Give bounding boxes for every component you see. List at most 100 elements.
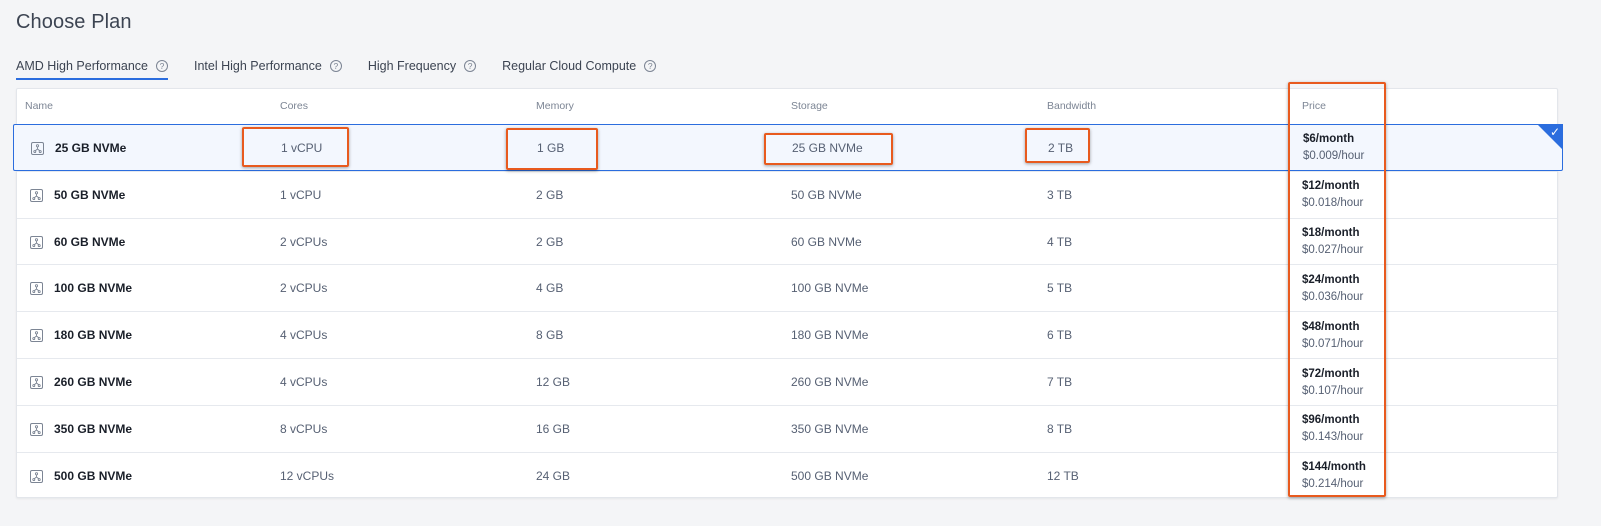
tab-amd-high-performance[interactable]: AMD High Performance ? [16,54,168,80]
ssd-chip-icon [29,469,44,484]
plan-price: $24/month $0.036/hour [1302,265,1363,311]
plan-storage: 260 GB NVMe [791,375,869,389]
tab-label: AMD High Performance [16,59,148,73]
plan-cores: 2 vCPUs [280,234,328,249]
page-title: Choose Plan [16,11,132,33]
plan-memory: 1 GB [537,140,565,155]
plan-row[interactable]: 260 GB NVMe 4 vCPUs 12 GB 260 GB NVMe 7 TB $7… [17,358,1557,405]
plan-price: $18/month $0.027/hour [1302,219,1363,265]
plan-price: $96/month $0.143/hour [1302,406,1363,452]
plan-bandwidth: 6 TB [1047,328,1073,343]
plan-memory: 4 GB [536,281,564,296]
plan-name: 50 GB NVMe [54,187,126,202]
column-header-memory: Memory [536,100,574,112]
plan-memory: 8 GB [536,328,564,343]
plan-name: 25 GB NVMe [55,140,127,155]
plan-row[interactable]: 50 GB NVMe 1 vCPU 2 GB 50 GB NVMe 3 TB $12/mo… [17,170,1557,218]
plan-cores: 4 vCPUs [280,375,328,389]
plan-name: 60 GB NVMe [54,234,126,249]
ssd-chip-icon [29,422,44,437]
price-per-hour: $0.018/hour [1302,197,1364,210]
plan-name: 260 GB NVMe [54,375,133,389]
question-circle-icon[interactable]: ? [156,60,168,72]
price-per-hour: $0.107/hour [1302,384,1364,397]
price-per-hour: $0.143/hour [1302,431,1364,444]
price-per-hour: $0.071/hour [1302,337,1364,350]
plan-memory: 12 GB [536,375,571,389]
price-per-month: $24/month [1302,273,1360,286]
ssd-chip-icon [29,281,44,296]
checkmark-icon: ✓ [1549,125,1560,139]
plan-cores: 1 vCPU [280,187,322,202]
ssd-chip-icon [29,188,44,203]
price-per-month: $18/month [1302,227,1360,240]
column-header-name: Name [25,100,54,112]
plan-storage: 100 GB NVMe [791,281,869,296]
plan-row[interactable]: 100 GB NVMe 2 vCPUs 4 GB 100 GB NVMe 5 TB $24… [17,264,1557,311]
ssd-chip-icon [29,235,44,250]
plan-bandwidth: 8 TB [1047,421,1073,436]
plan-row[interactable]: 25 GB NVMe 1 vCPU 1 GB 25 GB NVMe 2 TB $6/mon… [13,124,1563,171]
price-per-hour: $0.009/hour [1303,150,1365,162]
tab-label: Regular Cloud Compute [502,59,637,73]
plan-storage: 25 GB NVMe [792,140,863,155]
plan-cores: 2 vCPUs [280,281,328,296]
plan-bandwidth: 4 TB [1047,234,1073,249]
plans-table: Name Cores Memory Storage Bandwidth Pric… [13,88,1563,499]
plan-storage: 180 GB NVMe [791,328,869,343]
plan-memory: 2 GB [536,187,564,202]
plan-name: 350 GB NVMe [54,421,133,436]
ssd-chip-icon [29,328,44,343]
plan-bandwidth: 5 TB [1047,281,1073,296]
plan-bandwidth: 7 TB [1047,375,1073,389]
tab-regular-cloud-compute[interactable]: Regular Cloud Compute ? [502,54,657,78]
price-per-month: $6/month [1303,133,1355,145]
price-per-month: $48/month [1302,320,1360,333]
price-per-month: $96/month [1302,414,1360,427]
question-circle-icon[interactable]: ? [329,60,342,72]
plan-storage: 500 GB NVMe [791,468,869,483]
plan-cores: 12 vCPUs [280,468,335,483]
column-header-price: Price [1302,100,1326,112]
plan-price: $72/month $0.107/hour [1302,359,1363,405]
ssd-chip-icon [29,375,44,390]
ssd-chip-icon [30,141,45,156]
plan-row[interactable]: 500 GB NVMe 12 vCPUs 24 GB 500 GB NVMe 12 TB… [17,451,1557,499]
tab-high-frequency[interactable]: High Frequency ? [367,54,477,78]
plan-price: $144/month $0.214/hour [1302,453,1366,499]
plan-row[interactable]: 60 GB NVMe 2 vCPUs 2 GB 60 GB NVMe 4 TB $18/m… [17,217,1557,265]
tab-intel-high-performance[interactable]: Intel High Performance ? [194,54,342,78]
plan-type-tabs: AMD High Performance ? Intel High Perfor… [16,54,682,80]
plan-storage: 50 GB NVMe [791,187,862,202]
plan-memory: 2 GB [536,234,564,249]
plan-memory: 24 GB [536,468,571,483]
plan-price: $12/month $0.018/hour [1302,172,1363,218]
plan-bandwidth: 3 TB [1047,187,1073,202]
plan-price: $6/month $0.009/hour [1303,125,1364,170]
plan-price: $48/month $0.071/hour [1302,312,1363,358]
tab-label: High Frequency [367,59,457,73]
plan-name: 180 GB NVMe [54,328,133,343]
plan-storage: 350 GB NVMe [791,421,869,436]
plan-bandwidth: 12 TB [1047,468,1079,483]
price-per-month: $72/month [1302,367,1360,380]
column-header-storage: Storage [791,100,828,112]
price-per-hour: $0.214/hour [1302,478,1364,491]
price-per-hour: $0.036/hour [1302,290,1364,303]
column-header-cores: Cores [280,100,309,112]
plan-cores: 1 vCPU [281,140,323,155]
price-per-month: $12/month [1302,180,1360,193]
question-circle-icon[interactable]: ? [644,60,657,72]
plan-cores: 4 vCPUs [280,328,328,343]
plan-row[interactable]: 180 GB NVMe 4 vCPUs 8 GB 180 GB NVMe 6 TB $48… [17,311,1557,358]
price-per-month: $144/month [1302,461,1366,474]
plan-bandwidth: 2 TB [1048,140,1074,155]
question-circle-icon[interactable]: ? [464,60,477,72]
price-per-hour: $0.027/hour [1302,244,1364,257]
table-header: Name Cores Memory Storage Bandwidth Pric… [17,89,1557,124]
plan-cores: 8 vCPUs [280,421,328,436]
tab-label: Intel High Performance [194,59,322,73]
plan-name: 500 GB NVMe [54,468,133,483]
plan-row[interactable]: 350 GB NVMe 8 vCPUs 16 GB 350 GB NVMe 8 TB $9… [17,404,1557,452]
plan-name: 100 GB NVMe [54,281,133,296]
